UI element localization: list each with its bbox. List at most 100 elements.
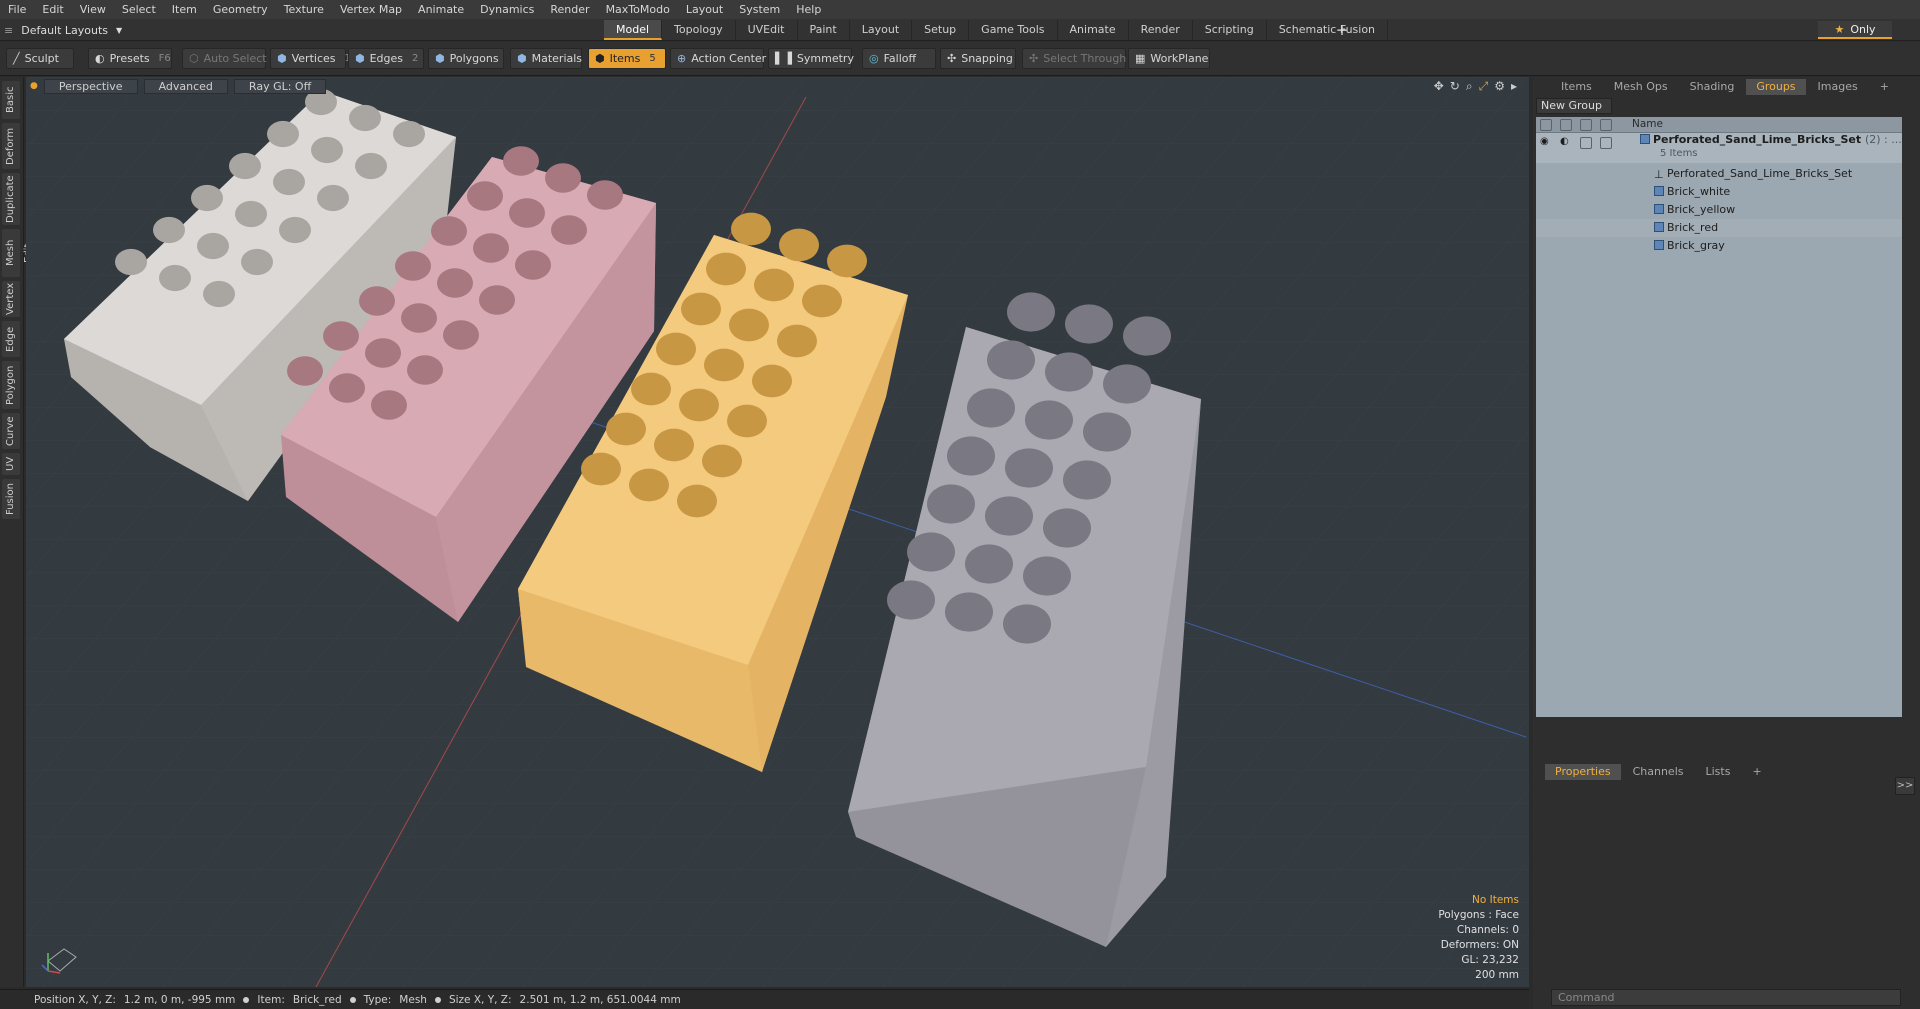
side-tab-uv[interactable]: UV	[2, 453, 20, 475]
side-tab-edge[interactable]: Edge	[2, 321, 20, 357]
new-group-button[interactable]: New Group	[1536, 98, 1612, 114]
visibility-column-icon[interactable]	[1540, 119, 1552, 131]
eye-icon[interactable]: ◉	[1540, 133, 1549, 151]
tab-paint[interactable]: Paint	[798, 20, 850, 40]
brick-hole	[515, 250, 551, 280]
side-tab-curve[interactable]: Curve	[2, 413, 20, 449]
list-item[interactable]: Brick_red	[1536, 219, 1902, 237]
side-tab-polygon[interactable]: Polygon	[2, 361, 20, 409]
expand-button[interactable]: >>	[1895, 777, 1915, 795]
brick-hole	[153, 216, 185, 244]
menu-item-file[interactable]: File	[0, 0, 34, 19]
gear-icon[interactable]: ⚙	[1494, 79, 1505, 94]
menu-item-help[interactable]: Help	[788, 0, 829, 19]
vertices-button[interactable]: ⬢Vertices1	[270, 48, 351, 69]
tab-model[interactable]: Model	[604, 20, 663, 40]
viewport-menu-icon[interactable]: ●	[30, 81, 38, 91]
fit-icon[interactable]: ⤢	[1479, 79, 1489, 94]
list-item[interactable]: Brick_gray	[1536, 237, 1902, 255]
select-toggle-icon[interactable]	[1600, 137, 1612, 149]
layout-selector[interactable]: ≡ Default Layouts ▼	[4, 21, 122, 39]
menu-item-maxtomodo[interactable]: MaxToModo	[598, 0, 678, 19]
side-tab-deform[interactable]: Deform	[2, 123, 20, 169]
action-center-button[interactable]: ⊕ Action Center	[670, 48, 766, 69]
group-row[interactable]: ◉ ◐ Perforated_Sand_Lime_Bricks_Set (2) …	[1536, 133, 1902, 163]
shading-mode-button[interactable]: Advanced	[143, 78, 228, 94]
view-mode-button[interactable]: Perspective	[43, 78, 138, 94]
add-panel-tab-button[interactable]: +	[1870, 79, 1899, 95]
falloff-button[interactable]: ◎ Falloff	[862, 48, 936, 69]
side-tab-vertex[interactable]: Vertex	[2, 281, 20, 317]
tab-topology[interactable]: Topology	[662, 20, 736, 40]
edges-button[interactable]: ⬢ Edges 2	[348, 48, 424, 69]
symmetry-button[interactable]: ▌▐ Symmetry	[768, 48, 854, 69]
select-through-button[interactable]: ✣ Select Through	[1022, 48, 1126, 69]
menu-item-animate[interactable]: Animate	[410, 0, 472, 19]
tab-uvedit[interactable]: UVEdit	[736, 20, 798, 40]
tab-setup[interactable]: Setup	[912, 20, 970, 40]
tab-render[interactable]: Render	[1129, 20, 1193, 40]
menu-item-dynamics[interactable]: Dynamics	[472, 0, 542, 19]
brick-hole	[1023, 556, 1071, 596]
presets-button[interactable]: ◐ Presets F6	[88, 48, 172, 69]
brick-hole	[1005, 448, 1053, 488]
render-toggle-icon[interactable]: ◐	[1560, 133, 1569, 151]
sculpt-button[interactable]: ╱ Sculpt	[6, 48, 74, 69]
list-item[interactable]: Brick_white	[1536, 183, 1902, 201]
panel-tab-shading[interactable]: Shading	[1680, 79, 1745, 95]
pan-icon[interactable]: ✥	[1434, 79, 1444, 94]
menu-item-system[interactable]: System	[731, 0, 788, 19]
tab-schematic-fusion[interactable]: Schematic Fusion	[1267, 20, 1389, 40]
items-button[interactable]: ⬢ Items 5	[588, 48, 666, 69]
snapping-button[interactable]: ✣ Snapping	[940, 48, 1016, 69]
menu-item-vertex-map[interactable]: Vertex Map	[332, 0, 410, 19]
brick-hole	[287, 356, 323, 386]
tab-animate[interactable]: Animate	[1058, 20, 1129, 40]
lock-column-icon[interactable]	[1580, 119, 1592, 131]
menu-item-edit[interactable]: Edit	[34, 0, 71, 19]
list-item[interactable]: ⊥ Perforated_Sand_Lime_Bricks_Set	[1536, 165, 1902, 183]
menu-item-geometry[interactable]: Geometry	[205, 0, 276, 19]
auto-select-button[interactable]: ⬡ Auto Select	[182, 48, 267, 69]
menu-item-texture[interactable]: Texture	[276, 0, 332, 19]
layout-selector-label: Default Layouts	[21, 23, 109, 37]
menu-item-view[interactable]: View	[72, 0, 114, 19]
list-item[interactable]: Brick_yellow	[1536, 201, 1902, 219]
menu-item-render[interactable]: Render	[542, 0, 597, 19]
materials-button[interactable]: ⬢ Materials	[510, 48, 582, 69]
only-button[interactable]: ★ Only	[1818, 21, 1892, 39]
panel-tab-items[interactable]: Items	[1551, 79, 1602, 95]
workplane-button[interactable]: ▦ WorkPlane	[1128, 48, 1210, 69]
3d-viewport[interactable]: ● Perspective Advanced Ray GL: Off ✥ ↻ ⌕…	[26, 77, 1529, 987]
add-tab-button[interactable]: +	[1334, 20, 1350, 40]
raygl-button[interactable]: Ray GL: Off	[233, 78, 327, 94]
select-column-icon[interactable]	[1600, 119, 1612, 131]
command-input[interactable]: Command	[1551, 989, 1901, 1006]
properties-tab-channels[interactable]: Channels	[1623, 764, 1694, 780]
chevron-right-icon[interactable]: ▸	[1511, 79, 1517, 94]
viewport-scene[interactable]	[26, 77, 1529, 987]
tab-layout[interactable]: Layout	[850, 20, 913, 40]
menu-item-item[interactable]: Item	[164, 0, 205, 19]
side-tab-duplicate[interactable]: Duplicate	[2, 173, 20, 225]
panel-tab-images[interactable]: Images	[1808, 79, 1868, 95]
add-properties-tab-button[interactable]: +	[1742, 764, 1771, 780]
lock-toggle-icon[interactable]	[1580, 137, 1592, 149]
panel-tab-groups[interactable]: Groups	[1746, 79, 1806, 95]
polygons-button[interactable]: ⬢ Polygons	[428, 48, 504, 69]
properties-tab-lists[interactable]: Lists	[1696, 764, 1741, 780]
menu-item-layout[interactable]: Layout	[678, 0, 731, 19]
properties-tab-properties[interactable]: Properties	[1545, 764, 1621, 780]
tab-scripting[interactable]: Scripting	[1193, 20, 1267, 40]
tab-game-tools[interactable]: Game Tools	[969, 20, 1058, 40]
side-tab-mesh-edit[interactable]: Mesh Edit	[2, 229, 34, 277]
render-column-icon[interactable]	[1560, 119, 1572, 131]
zoom-icon[interactable]: ⌕	[1466, 79, 1473, 94]
panel-tab-mesh-ops[interactable]: Mesh Ops	[1604, 79, 1678, 95]
polygons-icon: ⬢	[435, 52, 445, 65]
rotate-icon[interactable]: ↻	[1450, 79, 1460, 94]
menu-item-select[interactable]: Select	[114, 0, 164, 19]
brick-hole	[731, 212, 771, 246]
side-tab-basic[interactable]: Basic	[2, 81, 20, 119]
side-tab-fusion[interactable]: Fusion	[2, 479, 20, 519]
